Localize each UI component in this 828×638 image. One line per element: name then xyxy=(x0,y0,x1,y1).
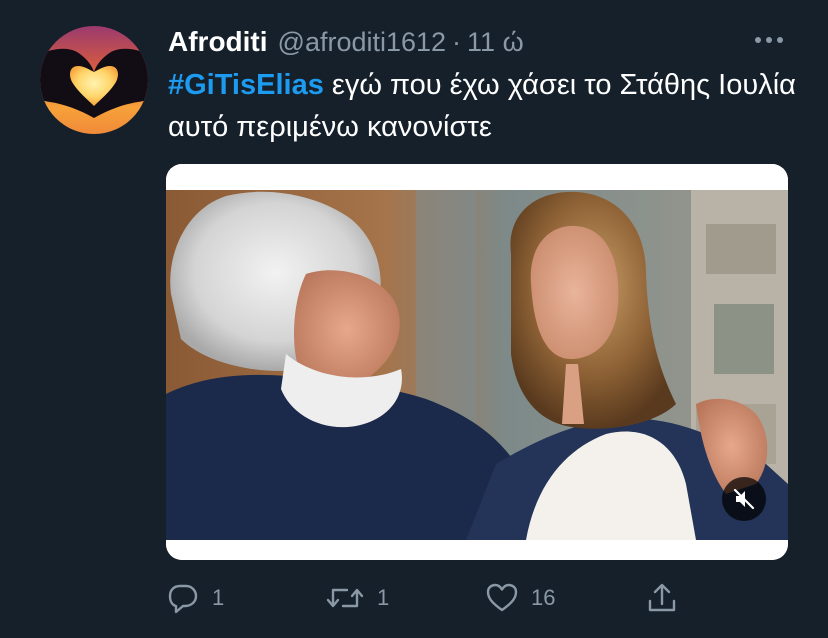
tweet-text: #GiTisElias εγώ που έχω χάσει το Στάθης … xyxy=(168,64,808,148)
retweet-icon xyxy=(326,588,364,608)
video-frame-image xyxy=(166,164,788,560)
reply-button[interactable]: 1 xyxy=(166,578,224,618)
timestamp[interactable]: 11 ώ xyxy=(467,27,524,58)
separator-dot: · xyxy=(452,26,462,57)
muted-speaker-icon xyxy=(733,488,755,510)
tweet[interactable]: Afroditi @afroditi1612 · 11 ώ #GiTisElia… xyxy=(0,0,828,638)
like-button[interactable]: 16 xyxy=(485,578,555,618)
share-button[interactable] xyxy=(645,578,679,618)
more-options-button[interactable] xyxy=(752,28,786,52)
media-video[interactable] xyxy=(166,164,788,560)
avatar-heart-hands-image xyxy=(40,26,148,134)
tweet-header: Afroditi @afroditi1612 · 11 ώ xyxy=(168,22,524,62)
heart-icon xyxy=(486,583,518,612)
retweet-count: 1 xyxy=(377,585,390,610)
avatar[interactable] xyxy=(40,26,148,134)
hashtag-link[interactable]: #GiTisElias xyxy=(168,69,324,101)
user-handle[interactable]: @afroditi1612 xyxy=(278,27,447,58)
display-name[interactable]: Afroditi xyxy=(168,26,268,58)
tweet-actions-bar: 1 1 16 xyxy=(0,578,828,618)
reply-count: 1 xyxy=(212,585,225,610)
share-icon xyxy=(648,583,676,612)
more-horizontal-icon xyxy=(755,37,783,43)
reply-icon xyxy=(168,584,198,614)
mute-button[interactable] xyxy=(722,477,766,521)
retweet-button[interactable]: 1 xyxy=(325,578,389,618)
like-count: 16 xyxy=(531,585,556,610)
